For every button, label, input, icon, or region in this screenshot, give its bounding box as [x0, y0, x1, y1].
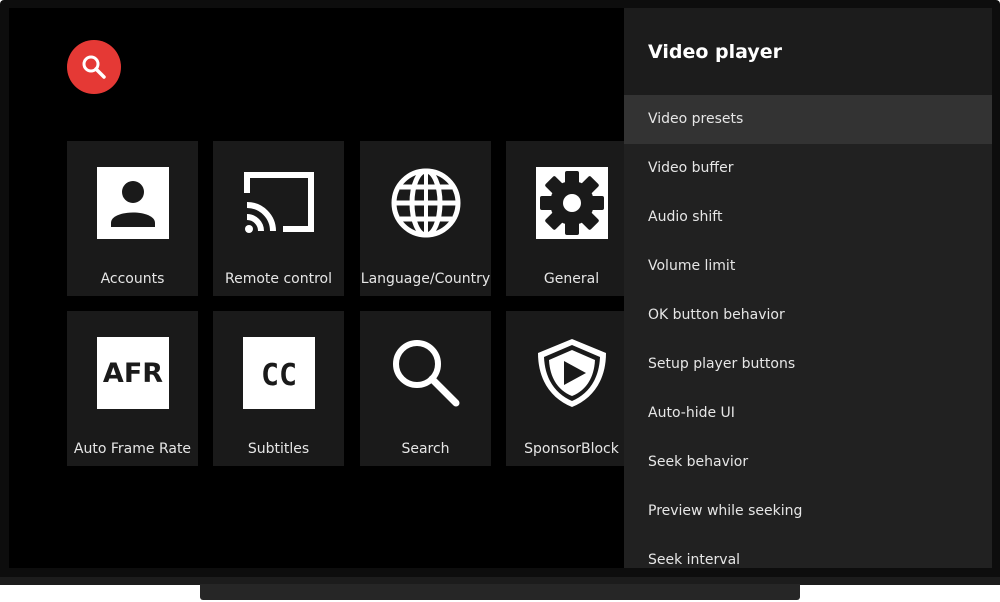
panel-title: Video player	[648, 41, 783, 63]
tv-screen: Accounts Remote control Language/Country…	[9, 8, 992, 568]
svg-text:CC: CC	[260, 358, 296, 393]
tv-stand	[200, 584, 800, 600]
menu-item-preview-while-seeking[interactable]: Preview while seeking	[624, 487, 992, 536]
menu-item-volume-limit[interactable]: Volume limit	[624, 242, 992, 291]
menu-item-seek-interval[interactable]: Seek interval	[624, 536, 992, 568]
afr-icon: AFR	[96, 337, 169, 409]
globe-icon	[390, 167, 462, 239]
tile-remote-control[interactable]: Remote control	[213, 141, 344, 296]
tile-accounts[interactable]: Accounts	[67, 141, 198, 296]
menu-item-video-presets[interactable]: Video presets	[624, 95, 992, 144]
sponsorblock-icon	[536, 337, 608, 409]
gear-icon	[535, 167, 608, 239]
cc-icon: CC	[242, 337, 315, 409]
tile-language-country[interactable]: Language/Country	[360, 141, 491, 296]
tile-label: General	[543, 271, 600, 287]
menu-item-ok-button-behavior[interactable]: OK button behavior	[624, 291, 992, 340]
svg-text:AFR: AFR	[102, 358, 162, 389]
settings-grid: Accounts Remote control Language/Country…	[67, 141, 637, 471]
tile-auto-frame-rate[interactable]: AFR Auto Frame Rate	[67, 311, 198, 466]
panel-header: Video player	[624, 8, 992, 96]
tile-search[interactable]: Search	[360, 311, 491, 466]
menu-item-video-buffer[interactable]: Video buffer	[624, 144, 992, 193]
settings-menu: Video presets Video buffer Audio shift V…	[624, 95, 992, 568]
tile-label: Search	[401, 441, 450, 457]
tile-label: Remote control	[225, 271, 332, 287]
menu-item-setup-player-buttons[interactable]: Setup player buttons	[624, 340, 992, 389]
tv-bezel: Accounts Remote control Language/Country…	[0, 0, 1000, 584]
tile-label: SponsorBlock	[524, 441, 619, 457]
tile-sponsorblock[interactable]: SponsorBlock	[506, 311, 637, 466]
tile-general[interactable]: General	[506, 141, 637, 296]
cast-icon	[243, 167, 315, 239]
account-icon	[96, 167, 169, 239]
tile-subtitles[interactable]: CC Subtitles	[213, 311, 344, 466]
tile-label: Subtitles	[247, 441, 310, 457]
search-icon	[82, 55, 106, 79]
tile-label: Accounts	[100, 271, 165, 287]
menu-item-audio-shift[interactable]: Audio shift	[624, 193, 992, 242]
menu-item-seek-behavior[interactable]: Seek behavior	[624, 438, 992, 487]
video-player-panel: Video player Video presets Video buffer …	[624, 8, 992, 568]
tile-label: Language/Country	[360, 271, 491, 287]
tile-label: Auto Frame Rate	[73, 441, 192, 457]
magnifier-icon	[390, 337, 462, 409]
menu-item-auto-hide-ui[interactable]: Auto-hide UI	[624, 389, 992, 438]
search-button[interactable]	[67, 40, 121, 94]
